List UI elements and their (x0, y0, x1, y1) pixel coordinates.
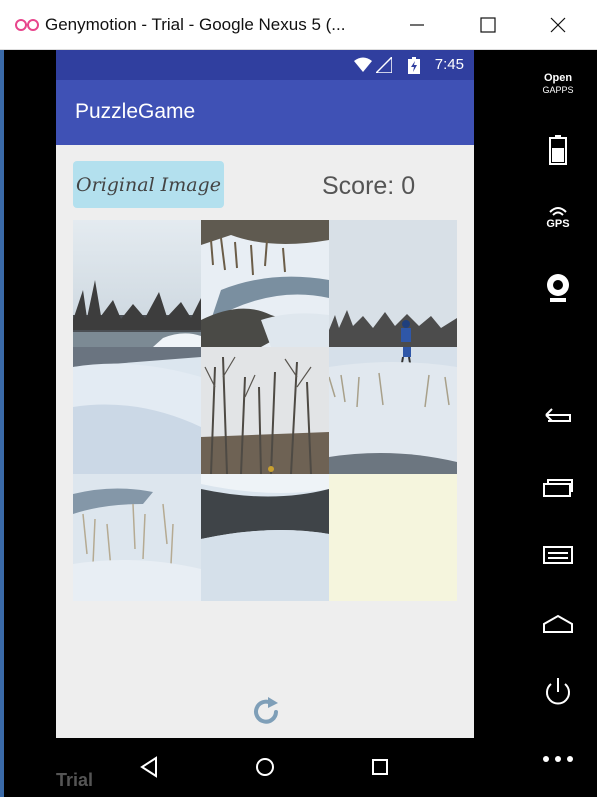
genymotion-toolbar: Open GAPPS GPS (474, 50, 597, 797)
puzzle-tile-1[interactable] (73, 220, 201, 347)
left-frame (0, 50, 56, 797)
gps-icon (549, 207, 567, 216)
trial-watermark: Trial (56, 770, 94, 790)
wifi-icon (354, 57, 372, 72)
nav-recents-icon[interactable] (365, 752, 395, 782)
puzzle-tile-empty[interactable] (329, 474, 457, 601)
window-title: Genymotion - Trial - Google Nexus 5 (... (45, 15, 346, 34)
refresh-icon[interactable] (249, 695, 283, 729)
opengapps-label-2: GAPPS (542, 85, 574, 95)
back-icon[interactable] (538, 397, 578, 437)
app-bar: PuzzleGame (56, 80, 474, 145)
phone-screen: 7:45 PuzzleGame Original Image Score: 0 (56, 50, 474, 738)
nav-back-icon[interactable] (134, 752, 164, 782)
power-icon[interactable] (538, 672, 578, 712)
recent-apps-icon[interactable] (538, 468, 578, 508)
nav-home-icon[interactable] (250, 752, 280, 782)
puzzle-tile-2[interactable] (201, 220, 329, 347)
menu-icon[interactable] (538, 535, 578, 575)
genymotion-logo-icon (15, 19, 39, 31)
home-icon[interactable] (538, 604, 578, 644)
puzzle-tile-6[interactable] (329, 347, 457, 474)
opengapps-label-1: Open (543, 72, 573, 84)
puzzle-tile-5[interactable] (201, 347, 329, 474)
battery-icon[interactable] (538, 130, 578, 170)
desktop-edge (0, 50, 4, 797)
close-button[interactable] (545, 12, 571, 38)
score-label: Score: 0 (322, 172, 416, 200)
webcam-icon[interactable] (538, 268, 578, 308)
puzzle-tile-7[interactable] (73, 474, 201, 601)
puzzle-tile-8[interactable] (201, 474, 329, 601)
gps-button[interactable]: GPS (538, 200, 578, 240)
status-time: 7:45 (434, 56, 464, 73)
signal-icon (376, 57, 392, 73)
window-titlebar: Genymotion - Trial - Google Nexus 5 (... (0, 0, 597, 50)
puzzle-tile-3[interactable] (329, 220, 457, 347)
more-icon[interactable] (538, 742, 578, 782)
original-image-button[interactable]: Original Image (73, 161, 224, 208)
puzzle-grid (73, 220, 457, 602)
minimize-button[interactable] (404, 12, 430, 38)
maximize-button[interactable] (475, 12, 501, 38)
battery-charging-icon (408, 57, 420, 74)
app-title: PuzzleGame (75, 100, 196, 123)
gps-label: GPS (546, 218, 570, 230)
android-nav-bar (56, 738, 474, 797)
status-bar: 7:45 (56, 50, 474, 80)
puzzle-tile-4[interactable] (73, 347, 201, 474)
opengapps-button[interactable]: Open GAPPS (538, 68, 578, 108)
